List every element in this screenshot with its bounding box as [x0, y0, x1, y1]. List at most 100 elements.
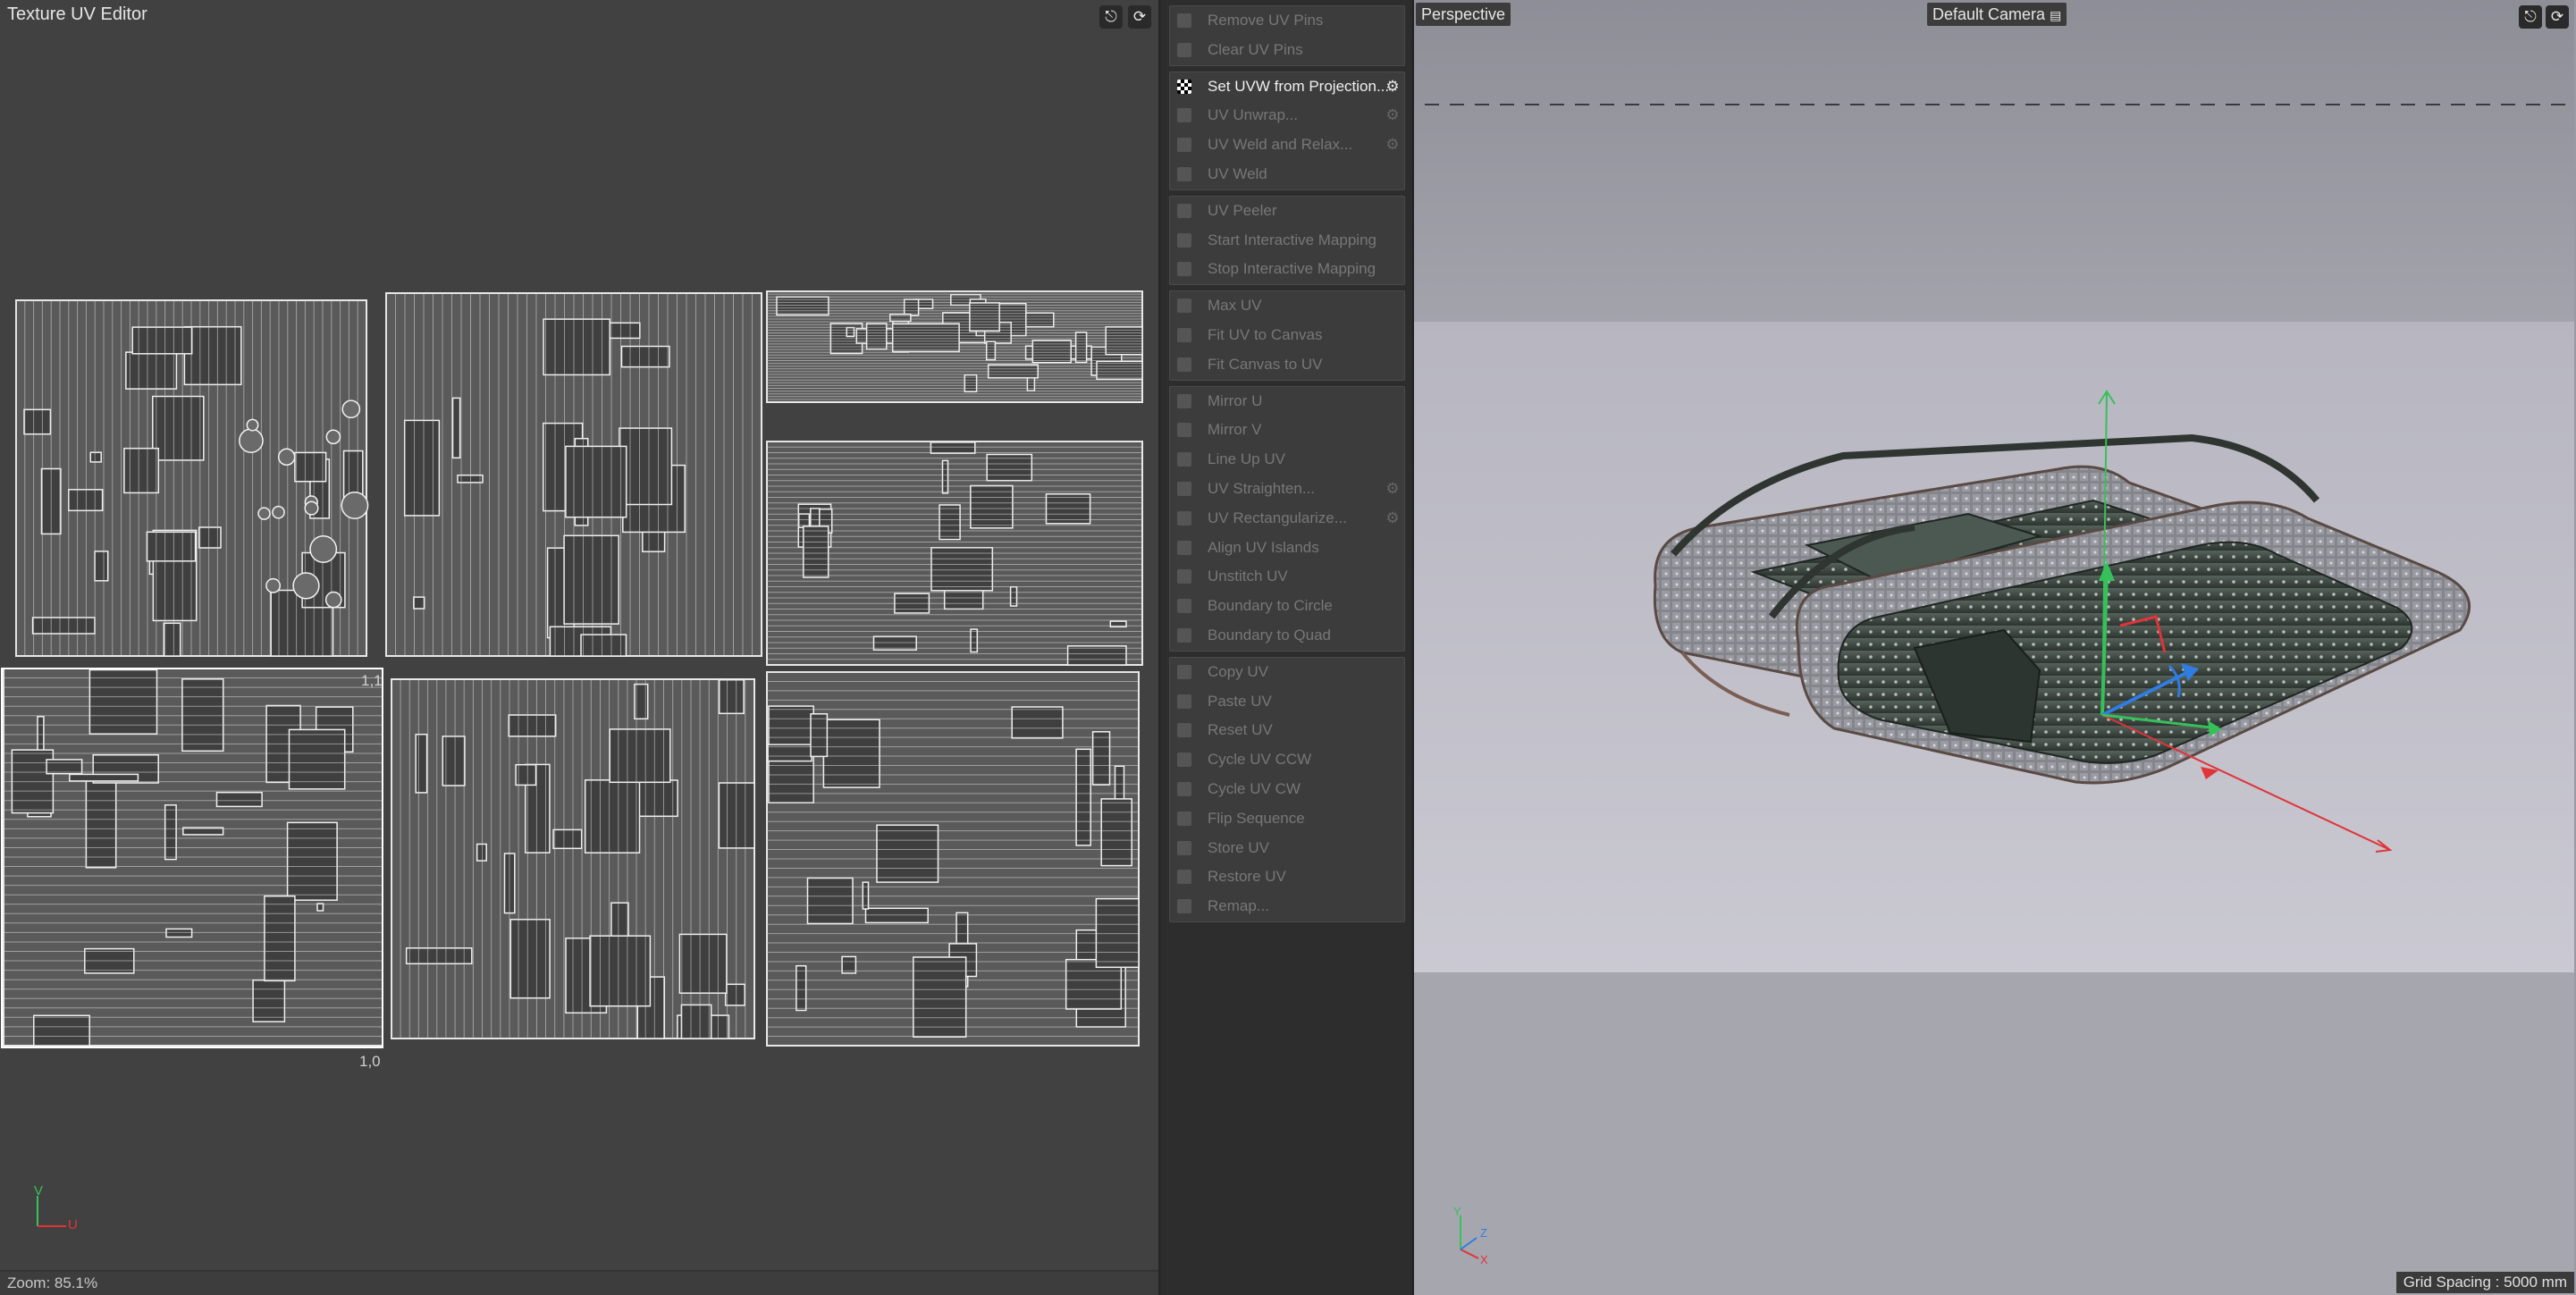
- menu-item-label: Cycle UV CCW: [1208, 751, 1312, 769]
- menu-item-label: UV Rectangularize...: [1208, 509, 1347, 526]
- menu-item-label: Boundary to Quad: [1208, 626, 1331, 643]
- sky-band: [1414, 0, 2574, 322]
- uv-island-tile: [3, 668, 383, 1047]
- view-name-label[interactable]: Perspective: [1416, 3, 1511, 26]
- boundary-to-quad-icon: [1177, 627, 1191, 643]
- menu-item-uv-straighten[interactable]: UV Straighten... ⚙: [1170, 475, 1404, 504]
- cycle-uv-ccw-icon: [1177, 753, 1191, 768]
- viewport-scene[interactable]: [1414, 0, 2574, 1295]
- menu-item-cycle-uv-ccw[interactable]: Cycle UV CCW: [1170, 745, 1404, 775]
- menu-item-label: Copy UV: [1208, 662, 1269, 680]
- uv-editor-title: Texture UV Editor: [7, 4, 147, 24]
- camera-selector[interactable]: Default Camera ▤: [1927, 3, 2067, 26]
- menu-item-uv-weld[interactable]: UV Weld: [1170, 160, 1404, 189]
- menu-item-boundary-to-circle[interactable]: Boundary to Circle: [1170, 592, 1404, 621]
- zoom-readout: Zoom: 85.1%: [7, 1274, 98, 1291]
- menu-item-label: Stop Interactive Mapping: [1208, 260, 1376, 278]
- uv-island-tile: [391, 678, 755, 1039]
- menu-item-uv-unwrap[interactable]: UV Unwrap... ⚙: [1170, 101, 1404, 130]
- menu-item-cycle-uv-cw[interactable]: Cycle UV CW: [1170, 775, 1404, 804]
- menu-group: UV Peeler Start Interactive Mapping Stop I…: [1169, 195, 1405, 286]
- menu-item-mirror-v[interactable]: Mirror V: [1170, 416, 1404, 445]
- menu-item-mirror-u[interactable]: Mirror U: [1170, 387, 1404, 416]
- menu-item-line-up-uv[interactable]: Line Up UV: [1170, 445, 1404, 475]
- uv-axis-u-label: U: [68, 1217, 78, 1232]
- menu-item-paste-uv[interactable]: Paste UV: [1170, 687, 1404, 717]
- menu-item-label: Fit UV to Canvas: [1208, 325, 1323, 343]
- grid-spacing-readout: Grid Spacing : 5000 mm: [2395, 1272, 2574, 1293]
- menu-item-store-uv[interactable]: Store UV: [1170, 834, 1404, 863]
- menu-item-fit-uv-to-canvas[interactable]: Fit UV to Canvas: [1170, 321, 1404, 350]
- menu-item-stop-interactive-mapping[interactable]: Stop Interactive Mapping: [1170, 255, 1404, 284]
- tile-label-top: 1,1: [361, 672, 383, 689]
- menu-item-label: UV Weld: [1208, 164, 1267, 182]
- vp-axis-x-label: X: [1480, 1253, 1488, 1266]
- menu-item-restore-uv[interactable]: Restore UV: [1170, 862, 1404, 892]
- menu-item-label: Remap...: [1208, 897, 1269, 915]
- menu-item-label: Clear UV Pins: [1208, 40, 1303, 58]
- uv-island-tile: [766, 671, 1140, 1047]
- menu-group: Mirror U Mirror V Line Up UV UV Straighten.…: [1169, 385, 1405, 652]
- menu-item-label: UV Straighten...: [1208, 479, 1316, 497]
- gear-icon[interactable]: ⚙: [1385, 137, 1401, 153]
- camera-icon: ▤: [2050, 8, 2062, 22]
- menu-item-fit-canvas-to-uv[interactable]: Fit Canvas to UV: [1170, 350, 1404, 380]
- gear-icon[interactable]: ⚙: [1385, 509, 1401, 526]
- remap-icon: [1177, 899, 1191, 914]
- menu-item-start-interactive-mapping[interactable]: Start Interactive Mapping: [1170, 226, 1404, 256]
- max-uv-icon: [1177, 299, 1191, 314]
- menu-item-uv-rectangularize[interactable]: UV Rectangularize... ⚙: [1170, 504, 1404, 534]
- viewport-microphone-icon[interactable]: ⎋: [2519, 5, 2542, 29]
- reset-uv-icon: [1177, 723, 1191, 738]
- boundary-to-circle-icon: [1177, 599, 1191, 614]
- set-uvw-from-projection-icon: [1177, 79, 1191, 94]
- vp-axis-y-label: Y: [1453, 1205, 1461, 1218]
- mirror-u-icon: [1177, 393, 1191, 408]
- menu-item-max-uv[interactable]: Max UV: [1170, 291, 1404, 321]
- perspective-viewport[interactable]: Perspective Default Camera ▤ ⎋ ⟳ Z Y X G…: [1412, 0, 2576, 1295]
- uv-island-tile: [766, 290, 1143, 403]
- menu-item-unstitch-uv[interactable]: Unstitch UV: [1170, 562, 1404, 592]
- uv-unwrap-icon: [1177, 108, 1191, 123]
- line-up-uv-icon: [1177, 452, 1191, 467]
- menu-item-uv-weld-and-relax[interactable]: UV Weld and Relax... ⚙: [1170, 130, 1404, 160]
- cycle-uv-cw-icon: [1177, 781, 1191, 796]
- menu-item-remap[interactable]: Remap...: [1170, 892, 1404, 921]
- camera-name: Default Camera: [1932, 5, 2046, 23]
- uv-peeler-icon: [1177, 203, 1191, 218]
- uv-axis-v-label: V: [34, 1183, 44, 1198]
- gear-icon[interactable]: ⚙: [1385, 480, 1401, 497]
- remove-uv-pins-icon: [1177, 13, 1191, 28]
- viewport-refresh-icon[interactable]: ⟳: [2546, 5, 2569, 29]
- microphone-icon[interactable]: ⎋: [1099, 5, 1123, 29]
- refresh-icon[interactable]: ⟳: [1128, 5, 1151, 29]
- menu-item-label: Align UV Islands: [1208, 538, 1319, 556]
- vp-axis-z-label: Z: [1480, 1226, 1487, 1240]
- menu-item-label: Fit Canvas to UV: [1208, 355, 1323, 373]
- uv-canvas[interactable]: [0, 0, 1160, 1269]
- clear-uv-pins-icon: [1177, 42, 1191, 57]
- menu-item-remove-uv-pins[interactable]: Remove UV Pins: [1170, 6, 1404, 36]
- lower-ground: [1414, 972, 2574, 1295]
- menu-item-reset-uv[interactable]: Reset UV: [1170, 716, 1404, 745]
- uv-island-tile: [15, 299, 369, 657]
- menu-item-uv-peeler[interactable]: UV Peeler: [1170, 197, 1404, 226]
- uv-rectangularize-icon: [1177, 510, 1191, 526]
- gear-icon[interactable]: ⚙: [1385, 78, 1401, 95]
- menu-item-align-uv-islands[interactable]: Align UV Islands: [1170, 534, 1404, 563]
- menu-group: Max UV Fit UV to Canvas Fit Canvas to UV: [1169, 290, 1405, 381]
- uv-weld-icon: [1177, 166, 1191, 181]
- menu-item-flip-sequence[interactable]: Flip Sequence: [1170, 804, 1404, 834]
- menu-item-label: Paste UV: [1208, 692, 1272, 710]
- align-uv-islands-icon: [1177, 540, 1191, 555]
- menu-item-set-uvw-from-projection[interactable]: Set UVW from Projection... ⚙: [1170, 72, 1404, 102]
- menu-item-label: UV Unwrap...: [1208, 106, 1299, 124]
- uv-straighten-icon: [1177, 481, 1191, 496]
- menu-item-clear-uv-pins[interactable]: Clear UV Pins: [1170, 36, 1404, 65]
- menu-item-boundary-to-quad[interactable]: Boundary to Quad: [1170, 621, 1404, 651]
- gear-icon[interactable]: ⚙: [1385, 107, 1401, 123]
- menu-item-label: Remove UV Pins: [1208, 12, 1324, 29]
- uv-commands-menu: Remove UV Pins Clear UV Pins Set UVW from …: [1162, 0, 1410, 1295]
- menu-item-copy-uv[interactable]: Copy UV: [1170, 658, 1404, 687]
- fit-canvas-to-uv-icon: [1177, 357, 1191, 372]
